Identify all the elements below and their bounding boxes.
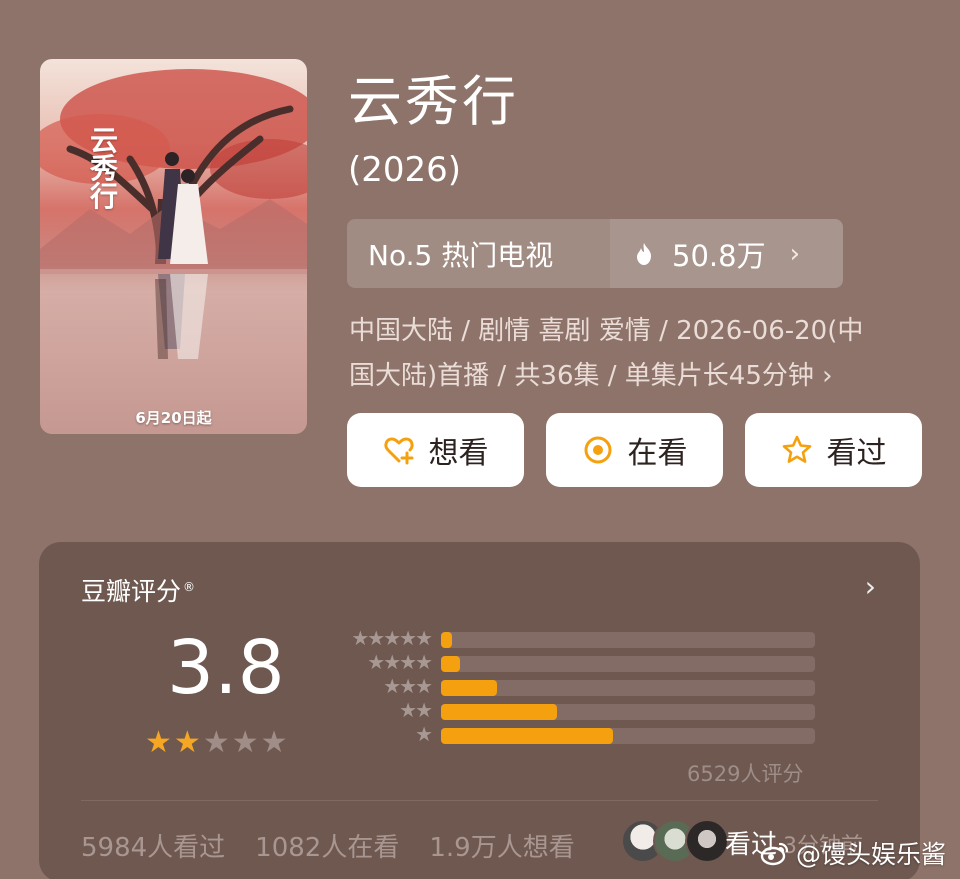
distribution-bar-track — [441, 704, 815, 720]
watermark-text: @馒头娱乐酱 — [795, 840, 946, 869]
distribution-stars-label: ★★ — [399, 698, 433, 722]
watching-label: 在看 — [627, 436, 688, 471]
show-meta-info[interactable]: 中国大陆 / 剧情 喜剧 爱情 / 2026-06-20(中 国大陆)首播 / … — [349, 309, 919, 399]
rank-heat-bar[interactable]: No.5 热门电视 50.8万 › — [347, 219, 843, 288]
rating-title-text: 豆瓣评分 — [81, 577, 182, 606]
divider — [81, 800, 878, 801]
distribution-bar-track — [441, 680, 815, 696]
distribution-stars-label: ★★★★ — [367, 650, 433, 674]
registered-mark: ® — [183, 579, 196, 594]
distribution-stars-label: ★★★★★ — [351, 626, 433, 650]
star-filled-icon: ★ — [173, 725, 201, 760]
star-empty-icon: ★ — [202, 725, 230, 760]
star-empty-icon: ★ — [231, 725, 259, 760]
distribution-stars-label: ★★★ — [383, 674, 433, 698]
flame-icon — [637, 242, 651, 265]
watched-label: 看过 — [826, 436, 887, 471]
action-buttons: 想看 在看 看过 — [347, 413, 922, 487]
distribution-bar-fill — [441, 704, 557, 720]
meta-line-2: 国大陆)首播 / 共36集 / 单集片长45分钟 › — [349, 361, 833, 391]
heart-plus-icon — [383, 437, 414, 465]
poster-date-badge: 6月20日起 — [135, 409, 212, 427]
rating-count: 6529人评分 — [687, 762, 804, 786]
poster-image[interactable]: 云秀行 6月20日起 — [40, 59, 307, 434]
rank-label[interactable]: No.5 热门电视 — [347, 219, 610, 288]
distribution-bar-fill — [441, 680, 498, 696]
star-filled-icon: ★ — [145, 725, 172, 760]
distribution-bar-track — [441, 656, 815, 672]
weibo-watermark: @馒头娱乐酱 — [760, 835, 946, 871]
poster-calligraphy-title: 云秀行 — [90, 124, 119, 213]
want-to-watch-button[interactable]: 想看 — [347, 413, 524, 487]
want-count[interactable]: 1.9万人想看 — [429, 827, 574, 864]
weibo-logo-icon — [760, 842, 789, 866]
want-to-watch-label: 想看 — [428, 436, 489, 471]
watched-button[interactable]: 看过 — [745, 413, 922, 487]
distribution-bar-fill — [441, 728, 614, 744]
chevron-right-icon[interactable]: › — [865, 570, 876, 603]
meta-line-1: 中国大陆 / 剧情 喜剧 爱情 / 2026-06-20(中 — [349, 316, 864, 346]
chevron-right-icon: › — [789, 238, 800, 269]
distribution-bar-fill — [441, 632, 453, 648]
watching-count[interactable]: 1082人在看 — [255, 827, 399, 864]
rating-title: 豆瓣评分 ® — [81, 572, 195, 608]
rating-score: 3.8 — [167, 625, 285, 711]
heat-value-button[interactable]: 50.8万 › — [610, 219, 843, 288]
audience-stats: 5984人看过 1082人在看 1.9万人想看 — [81, 827, 575, 864]
douban-rating-card[interactable]: 豆瓣评分 ® › 3.8 ★ ★ ★ ★ ★ ★★★★★ ★★★★ ★★★ ★★ ★ 6529人评… — [39, 542, 920, 879]
poster-artwork — [40, 69, 307, 434]
watching-button[interactable]: 在看 — [546, 413, 723, 487]
heat-value: 50.8万 — [672, 238, 766, 273]
target-icon — [584, 436, 611, 464]
star-empty-icon: ★ — [260, 725, 288, 760]
distribution-bar-fill — [441, 656, 460, 672]
rating-stars: ★ ★ ★ ★ ★ — [145, 728, 288, 758]
show-title: 云秀行 — [348, 70, 519, 133]
show-year: (2026) — [348, 150, 462, 190]
watched-count[interactable]: 5984人看过 — [81, 827, 225, 864]
distribution-bar-track — [441, 632, 815, 648]
star-outline-icon — [782, 435, 811, 463]
friend-avatars[interactable] — [621, 819, 729, 863]
distribution-bar-track — [441, 728, 815, 744]
avatar — [685, 819, 729, 863]
movie-detail-page: 云秀行 6月20日起 云秀行 (2026) No.5 热门电视 50.8万 › … — [0, 0, 960, 879]
distribution-stars-label: ★ — [415, 722, 433, 746]
